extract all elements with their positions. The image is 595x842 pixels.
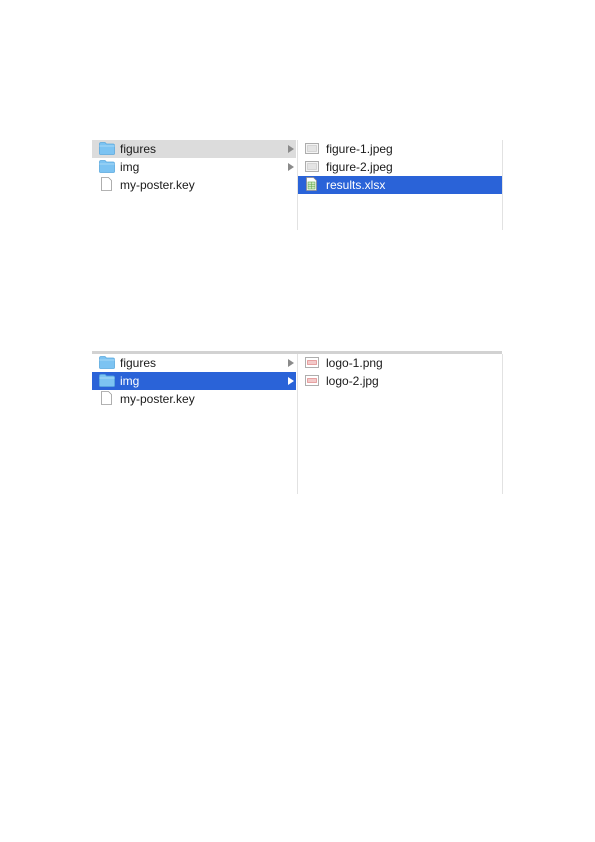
image-file-icon [305,375,319,386]
item-label: figures [120,356,157,370]
folder-icon [99,374,115,387]
list-item-img[interactable]: img [92,158,296,176]
spreadsheet-icon [306,177,317,191]
list-item-results[interactable]: results.xlsx [298,176,502,194]
parent-column: figures img my-poster.key [92,140,296,230]
item-label: img [120,374,140,388]
item-label: results.xlsx [326,178,386,192]
list-item-figures[interactable]: figures [92,140,296,158]
item-label: img [120,160,140,174]
item-label: logo-1.png [326,356,383,370]
column-browser-top: figures img my-poster.key figure-1.jpeg [92,140,503,230]
document-icon [101,177,112,191]
folder-icon [99,356,115,369]
list-item-figure-1[interactable]: figure-1.jpeg [298,140,502,158]
parent-column: figures img my-poster.key [92,354,296,494]
chevron-right-icon [288,145,294,153]
folder-icon [99,160,115,173]
child-column: logo-1.png logo-2.jpg [297,354,503,494]
list-item-my-poster[interactable]: my-poster.key [92,390,296,408]
child-column: figure-1.jpeg figure-2.jpeg results.xlsx [297,140,503,230]
item-label: logo-2.jpg [326,374,379,388]
item-label: figure-2.jpeg [326,160,393,174]
list-item-logo-2[interactable]: logo-2.jpg [298,372,502,390]
chevron-right-icon [288,377,294,385]
list-item-img[interactable]: img [92,372,296,390]
list-item-my-poster[interactable]: my-poster.key [92,176,296,194]
image-file-icon [305,161,319,172]
chevron-right-icon [288,163,294,171]
list-item-logo-1[interactable]: logo-1.png [298,354,502,372]
column-browser-bottom: figures img my-poster.key logo-1.png log… [92,351,503,494]
image-file-icon [305,143,319,154]
item-label: figures [120,142,157,156]
item-label: figure-1.jpeg [326,142,393,156]
list-item-figures[interactable]: figures [92,354,296,372]
chevron-right-icon [288,359,294,367]
document-icon [101,391,112,405]
list-item-figure-2[interactable]: figure-2.jpeg [298,158,502,176]
item-label: my-poster.key [120,392,195,406]
item-label: my-poster.key [120,178,195,192]
folder-icon [99,142,115,155]
image-file-icon [305,357,319,368]
